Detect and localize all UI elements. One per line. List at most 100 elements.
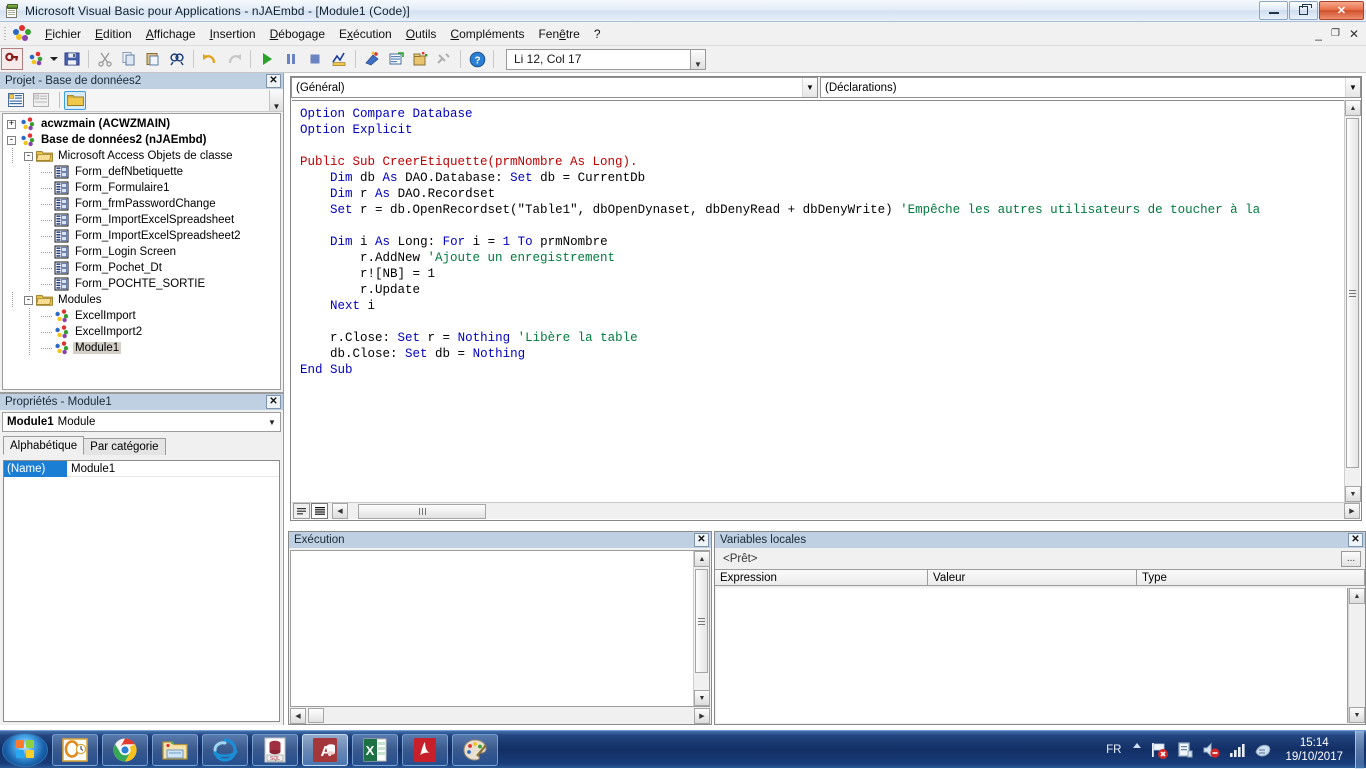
collapse-toggle-icon[interactable]: - bbox=[24, 152, 33, 161]
scroll-down-button[interactable]: ▼ bbox=[1345, 486, 1361, 502]
properties-panel-close-button[interactable]: ✕ bbox=[266, 395, 281, 409]
project-tree-item[interactable]: Form_Login Screen bbox=[3, 244, 280, 260]
menu-affichage[interactable]: Affichage bbox=[139, 24, 203, 44]
vertical-scroll-thumb[interactable] bbox=[695, 569, 708, 673]
properties-grid[interactable]: (Name) Module1 bbox=[3, 460, 280, 722]
vertical-scroll-thumb[interactable] bbox=[1346, 118, 1359, 468]
immediate-vertical-scrollbar[interactable]: ▲ ▼ bbox=[693, 551, 709, 706]
full-module-view-icon[interactable] bbox=[311, 503, 328, 519]
taskbar-item-internet-explorer[interactable] bbox=[202, 734, 248, 766]
scroll-up-button[interactable]: ▲ bbox=[1345, 100, 1361, 116]
design-mode-icon[interactable] bbox=[328, 48, 350, 70]
property-row[interactable]: (Name) Module1 bbox=[4, 461, 279, 477]
procedure-combo[interactable]: (Déclarations) ▼ bbox=[820, 77, 1361, 98]
copy-icon[interactable] bbox=[118, 48, 140, 70]
project-tree-item[interactable]: Form_POCHTE_SORTIE bbox=[3, 276, 280, 292]
project-toolbar-overflow-button[interactable]: ▼ bbox=[269, 90, 283, 111]
menu-outils[interactable]: Outils bbox=[399, 24, 444, 44]
expand-toggle-icon[interactable]: + bbox=[7, 120, 16, 129]
project-tree-item[interactable]: -Modules bbox=[3, 292, 280, 308]
toggle-folders-icon[interactable] bbox=[64, 91, 86, 110]
chevron-down-icon[interactable]: ▼ bbox=[802, 78, 817, 97]
taskbar-item-paint[interactable] bbox=[452, 734, 498, 766]
object-combo[interactable]: (Général) ▼ bbox=[291, 77, 818, 98]
toolbox-icon[interactable] bbox=[433, 48, 455, 70]
scroll-right-button[interactable]: ▶ bbox=[694, 708, 710, 724]
insert-module-icon[interactable] bbox=[25, 48, 47, 70]
horizontal-scroll-thumb[interactable] bbox=[358, 504, 486, 519]
menu-execution[interactable]: Exécution bbox=[332, 24, 399, 44]
taskbar-item-sql-server[interactable]: SQL bbox=[252, 734, 298, 766]
chevron-down-icon[interactable]: ▼ bbox=[1345, 78, 1360, 97]
menu-edition[interactable]: Edition bbox=[88, 24, 139, 44]
view-code-icon[interactable] bbox=[5, 91, 27, 110]
project-tree-item[interactable]: Module1 bbox=[3, 340, 280, 356]
column-header-valeur[interactable]: Valeur bbox=[928, 570, 1137, 586]
properties-object-combo[interactable]: Module1 Module ▼ bbox=[2, 412, 281, 432]
properties-window-icon[interactable] bbox=[385, 48, 407, 70]
horizontal-scroll-thumb[interactable] bbox=[308, 708, 324, 723]
property-value[interactable]: Module1 bbox=[67, 463, 115, 475]
locals-grid[interactable] bbox=[716, 588, 1348, 723]
project-tree-item[interactable]: -Microsoft Access Objets de classe bbox=[3, 148, 280, 164]
menubar-grip[interactable] bbox=[2, 26, 9, 42]
taskbar-item-excel[interactable]: X bbox=[352, 734, 398, 766]
reset-icon[interactable] bbox=[304, 48, 326, 70]
view-access-icon[interactable] bbox=[1, 48, 23, 70]
undo-icon[interactable] bbox=[199, 48, 221, 70]
menu-insertion[interactable]: Insertion bbox=[203, 24, 263, 44]
show-desktop-button[interactable] bbox=[1355, 731, 1364, 769]
taskbar-item-chrome[interactable] bbox=[102, 734, 148, 766]
insert-dropdown-icon[interactable] bbox=[49, 48, 59, 70]
project-tree-item[interactable]: ExcelImport bbox=[3, 308, 280, 324]
mdi-close-button[interactable]: ✕ bbox=[1349, 27, 1359, 41]
start-button[interactable] bbox=[2, 733, 48, 767]
minimize-button[interactable] bbox=[1259, 1, 1288, 20]
paste-icon[interactable] bbox=[142, 48, 164, 70]
project-tree-item[interactable]: Form_Formulaire1 bbox=[3, 180, 280, 196]
scroll-up-button[interactable]: ▲ bbox=[694, 551, 710, 567]
immediate-panel-close-button[interactable]: ✕ bbox=[694, 533, 709, 547]
taskbar-item-file-explorer[interactable] bbox=[152, 734, 198, 766]
menu-fichier[interactable]: Fichier bbox=[38, 24, 88, 44]
project-tree-item[interactable]: Form_defNbetiquette bbox=[3, 164, 280, 180]
scroll-down-button[interactable]: ▼ bbox=[694, 690, 710, 706]
procedure-view-icon[interactable] bbox=[293, 503, 310, 519]
taskbar-item-adobe-reader[interactable] bbox=[402, 734, 448, 766]
close-button[interactable]: ✕ bbox=[1319, 1, 1364, 20]
mdi-minimize-button[interactable]: _ bbox=[1315, 27, 1322, 41]
taskbar-clock[interactable]: 15:14 19/10/2017 bbox=[1276, 736, 1352, 764]
code-horizontal-scrollbar[interactable]: ◀ ▶ bbox=[332, 504, 1360, 519]
network-error-icon[interactable] bbox=[1149, 740, 1169, 760]
menu-debogage[interactable]: Débogage bbox=[263, 24, 332, 44]
locals-vertical-scrollbar[interactable]: ▲ ▼ bbox=[1348, 588, 1364, 723]
collapse-toggle-icon[interactable]: - bbox=[24, 296, 33, 305]
show-hidden-icons-button[interactable] bbox=[1131, 740, 1143, 760]
project-tree-item[interactable]: Form_frmPasswordChange bbox=[3, 196, 280, 212]
save-icon[interactable] bbox=[61, 48, 83, 70]
flash-icon[interactable] bbox=[1253, 740, 1273, 760]
project-explorer-icon[interactable] bbox=[361, 48, 383, 70]
find-icon[interactable] bbox=[166, 48, 188, 70]
cut-icon[interactable] bbox=[94, 48, 116, 70]
mdi-restore-button[interactable]: ❐ bbox=[1331, 28, 1340, 39]
project-tree-item[interactable]: ExcelImport2 bbox=[3, 324, 280, 340]
immediate-input-area[interactable]: ▲ ▼ bbox=[290, 550, 710, 707]
project-tree-item[interactable]: Form_Pochet_Dt bbox=[3, 260, 280, 276]
collapse-toggle-icon[interactable]: - bbox=[7, 136, 16, 145]
volume-muted-icon[interactable] bbox=[1201, 740, 1221, 760]
scroll-left-button[interactable]: ◀ bbox=[332, 503, 348, 519]
project-panel-close-button[interactable]: ✕ bbox=[266, 74, 281, 88]
tray-language-indicator[interactable]: FR bbox=[1106, 744, 1121, 756]
call-stack-button[interactable]: ... bbox=[1341, 551, 1361, 567]
column-header-type[interactable]: Type bbox=[1137, 570, 1365, 586]
object-browser-icon[interactable] bbox=[409, 48, 431, 70]
project-tree-item[interactable]: Form_ImportExcelSpreadsheet2 bbox=[3, 228, 280, 244]
action-center-icon[interactable] bbox=[1175, 740, 1195, 760]
redo-icon[interactable] bbox=[223, 48, 245, 70]
project-tree-item[interactable]: Form_ImportExcelSpreadsheet bbox=[3, 212, 280, 228]
scroll-right-button[interactable]: ▶ bbox=[1344, 503, 1360, 519]
locals-panel-close-button[interactable]: ✕ bbox=[1348, 533, 1363, 547]
menu-fenetre[interactable]: Fenêtre bbox=[531, 24, 586, 44]
menu-help[interactable]: ? bbox=[587, 24, 608, 44]
